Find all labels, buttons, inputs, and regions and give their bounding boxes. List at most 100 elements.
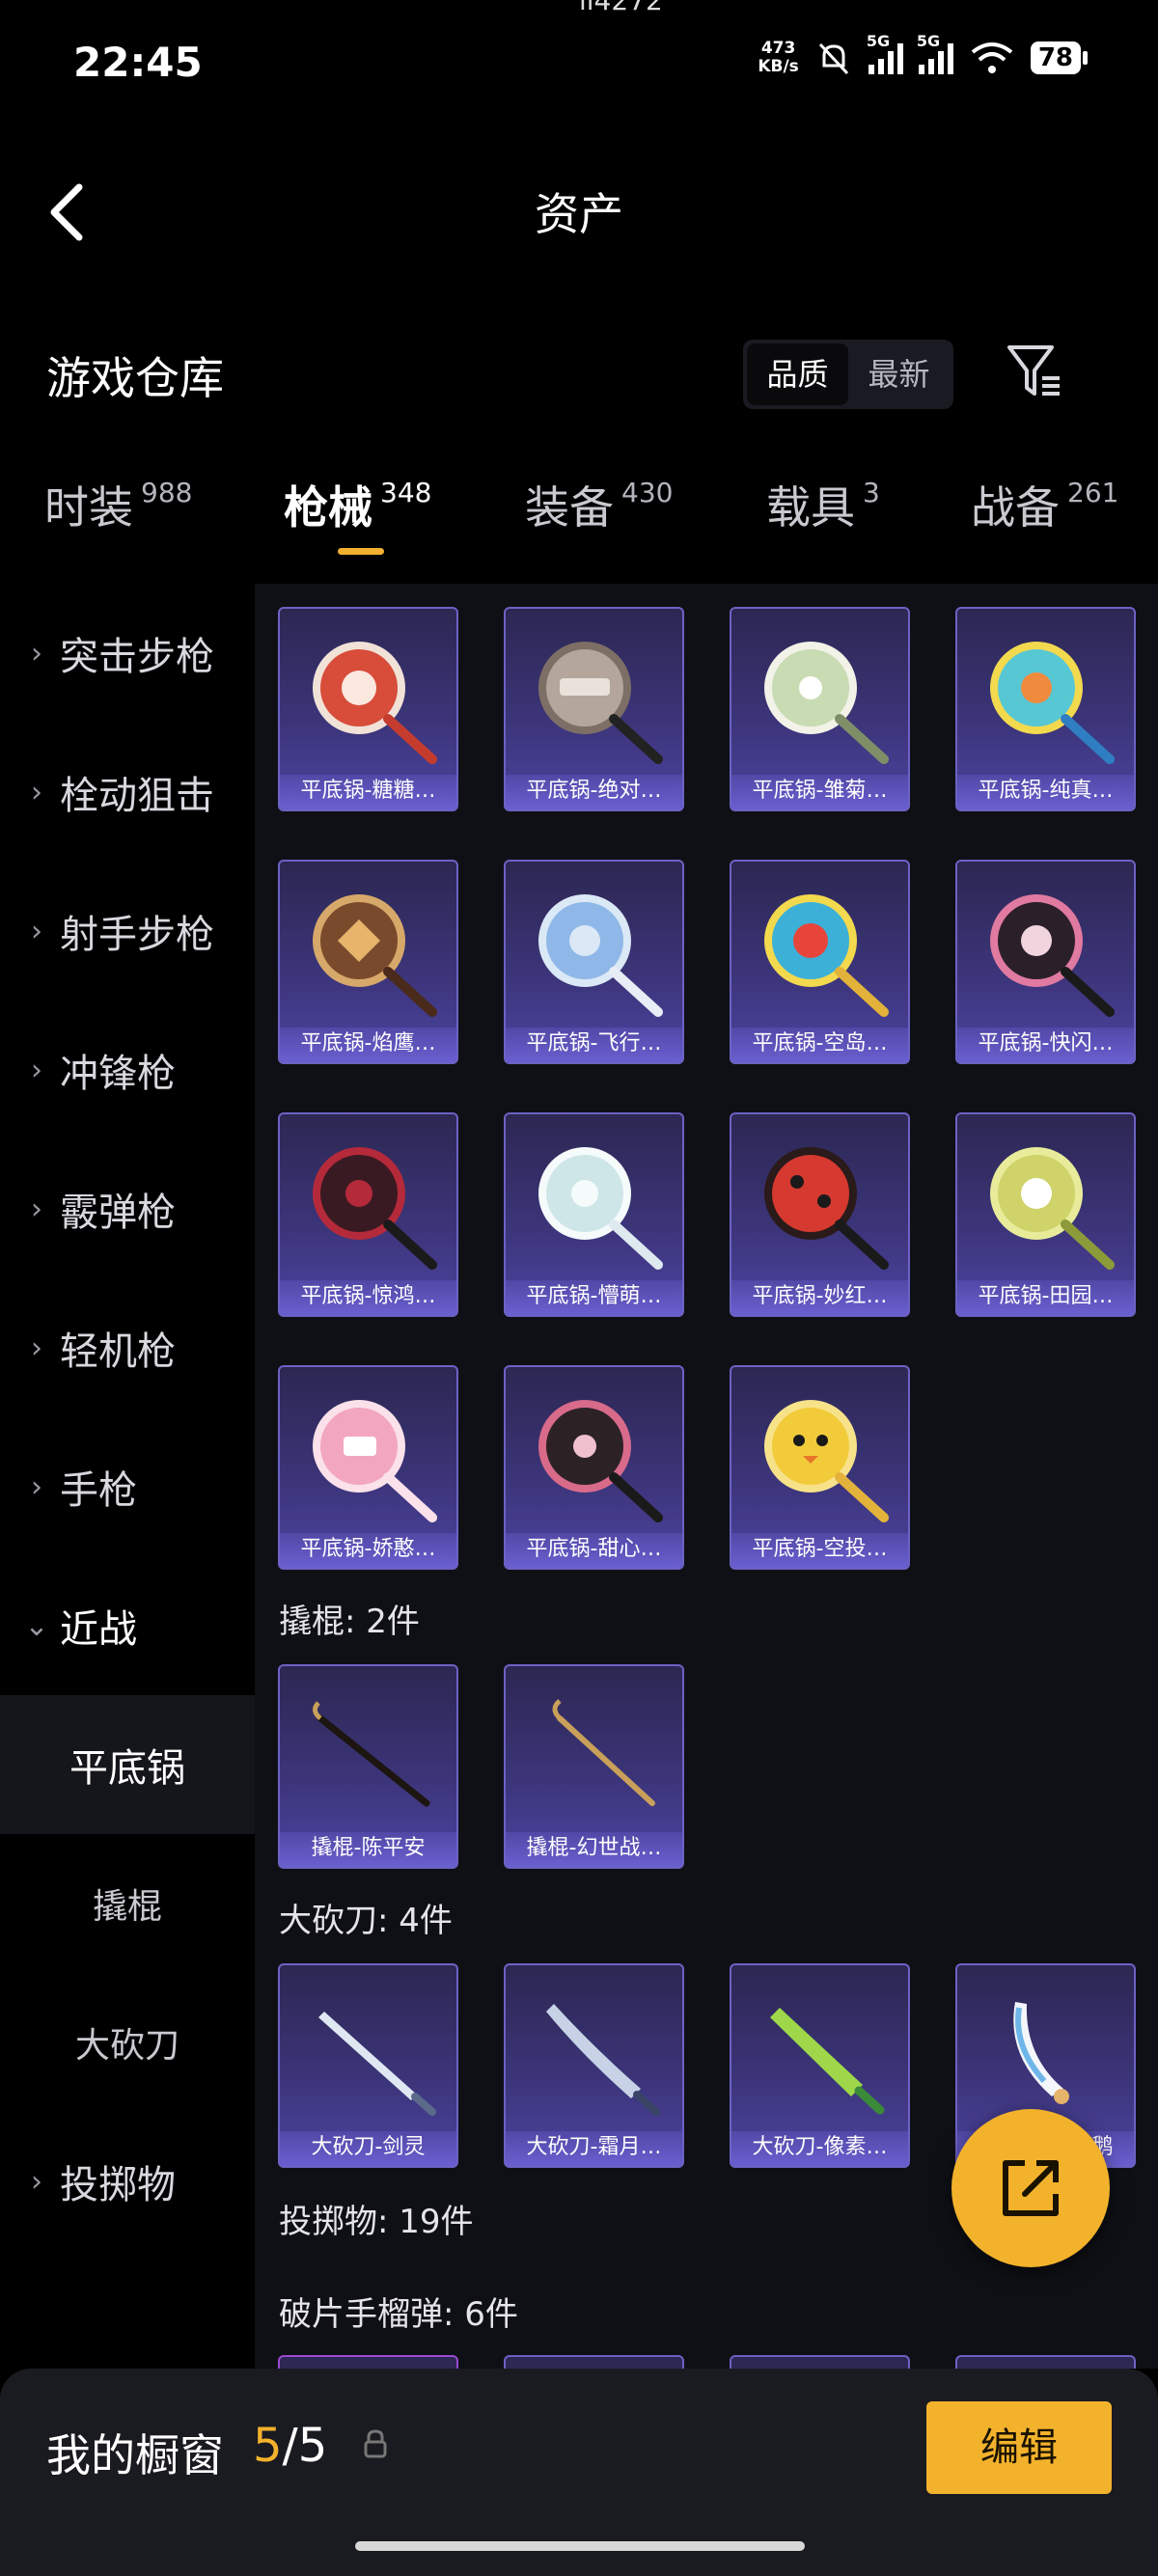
sidebar-sub-machete[interactable]: 大砍刀 — [0, 1973, 255, 2112]
section-title-crowbar: 撬棍: 2件 — [279, 1603, 420, 1641]
sword-icon — [546, 2004, 660, 2116]
item-card-label: 大砍刀-剑灵 — [280, 2131, 456, 2166]
warehouse-title: 游戏仓库 — [46, 352, 224, 404]
item-card-label: 平底锅-绝对… — [506, 775, 682, 809]
status-icons: 473 KB/s 5G 5G 78 — [758, 32, 1089, 77]
network-speed-unit: KB/s — [758, 57, 799, 76]
item-card-label: 撬棍-陈平安 — [280, 1832, 456, 1867]
pan-icon — [313, 1147, 437, 1270]
tab-label: 战备 — [971, 481, 1060, 534]
item-card-label: 平底锅-惊鸿… — [280, 1280, 456, 1315]
item-card-pan[interactable]: 平底锅-懵萌… — [504, 1112, 684, 1317]
item-card-machete[interactable]: 大砍刀-剑灵 — [278, 1963, 458, 2168]
item-card-crowbar[interactable]: 撬棍-幻世战… — [504, 1664, 684, 1869]
item-card-pan[interactable]: 平底锅-飞行… — [504, 860, 684, 1064]
sidebar-item-label: 射手步枪 — [60, 913, 214, 957]
chevron-right-icon: › — [31, 2164, 42, 2199]
item-card-pan[interactable]: 平底锅-快闪… — [955, 860, 1136, 1064]
tab-count: 261 — [1067, 477, 1119, 508]
item-card-crowbar[interactable]: 撬棍-陈平安 — [278, 1664, 458, 1869]
item-card-label: 平底锅-快闪… — [957, 1028, 1134, 1062]
share-external-icon — [1003, 2160, 1059, 2216]
signal-1-tag: 5G — [866, 32, 891, 50]
home-indicator[interactable] — [355, 2541, 805, 2551]
item-card-pan[interactable]: 平底锅-糖糖… — [278, 607, 458, 811]
item-card-grenade[interactable] — [955, 2355, 1136, 2369]
filter-icon[interactable] — [1004, 340, 1065, 401]
sidebar-item-label: 栓动狙击 — [60, 774, 214, 818]
sidebar-sub-crowbar[interactable]: 撬棍 — [0, 1834, 255, 1973]
tab-fashion[interactable]: 时装 988 — [44, 473, 192, 536]
sidebar-item-lmg[interactable]: › 轻机枪 — [0, 1278, 255, 1417]
item-card-grenade[interactable] — [730, 2355, 910, 2369]
item-card-label: 大砍刀-像素… — [731, 2131, 908, 2166]
pan-icon — [764, 1147, 889, 1270]
tab-guns[interactable]: 枪械 348 — [284, 473, 431, 536]
tab-count: 988 — [141, 477, 193, 508]
sidebar-item-bolt-sniper[interactable]: › 栓动狙击 — [0, 723, 255, 862]
section-title-frag-grenade: 破片手榴弹: 6件 — [279, 2295, 518, 2334]
item-card-label: 平底锅-田园… — [957, 1280, 1134, 1315]
tab-equipment[interactable]: 装备 430 — [525, 473, 673, 536]
sidebar-item-shotgun[interactable]: › 霰弹枪 — [0, 1139, 255, 1278]
item-card-grenade[interactable] — [504, 2355, 684, 2369]
section-title-throwables: 投掷物: 19件 — [279, 2203, 474, 2241]
chevron-right-icon: › — [31, 636, 42, 671]
item-card-grenade[interactable] — [278, 2355, 458, 2369]
sidebar-item-label: 冲锋枪 — [60, 1052, 176, 1096]
tab-label: 时装 — [44, 481, 133, 534]
tab-vehicles[interactable]: 载具 3 — [766, 473, 880, 536]
page-title: 资产 — [535, 188, 623, 240]
pan-icon — [764, 1400, 889, 1522]
category-tabs: 时装 988 枪械 348 装备 430 载具 3 战备 261 — [0, 473, 1158, 560]
item-card-label: 平底锅-甜心… — [506, 1533, 682, 1568]
tab-count: 348 — [380, 477, 432, 508]
pan-icon — [990, 894, 1115, 1017]
item-card-pan[interactable]: 平底锅-惊鸿… — [278, 1112, 458, 1317]
share-button[interactable] — [951, 2109, 1110, 2267]
item-card-pan[interactable]: 平底锅-焰鹰… — [278, 860, 458, 1064]
pan-icon — [990, 642, 1115, 764]
chevron-right-icon: › — [31, 1330, 42, 1365]
sword-icon — [770, 2008, 885, 2115]
item-card-pan[interactable]: 平底锅-空岛… — [730, 860, 910, 1064]
chevron-right-icon: › — [31, 1192, 42, 1226]
sidebar-sub-pan[interactable]: 平底锅 — [0, 1695, 255, 1834]
pan-icon — [538, 642, 663, 764]
sidebar-item-melee[interactable]: ⌄ 近战 — [0, 1556, 255, 1695]
item-card-label: 平底锅-空岛… — [731, 1028, 908, 1062]
showcase-label: 我的橱窗 — [46, 2429, 224, 2481]
tab-label: 枪械 — [284, 481, 372, 534]
crowbar-icon — [313, 1701, 430, 1807]
sidebar-item-marksman-rifle[interactable]: › 射手步枪 — [0, 862, 255, 1000]
item-card-pan[interactable]: 平底锅-娇憨… — [278, 1365, 458, 1570]
item-card-label: 平底锅-空投… — [731, 1533, 908, 1568]
lock-icon — [364, 2429, 387, 2458]
sidebar-item-assault-rifle[interactable]: › 突击步枪 — [0, 584, 255, 723]
tab-supplies[interactable]: 战备 261 — [971, 473, 1118, 536]
item-card-label: 平底锅-娇憨… — [280, 1533, 456, 1568]
sort-latest-button[interactable]: 最新 — [848, 343, 950, 405]
sidebar-item-throwables[interactable]: › 投掷物 — [0, 2112, 255, 2251]
pan-icon — [313, 642, 437, 764]
pan-icon — [764, 642, 889, 764]
sidebar-item-label: 突击步枪 — [60, 635, 214, 679]
item-card-machete[interactable]: 大砍刀-像素… — [730, 1963, 910, 2168]
item-card-pan[interactable]: 平底锅-雏菊… — [730, 607, 910, 811]
showcase-count: 5/5 — [253, 2419, 327, 2473]
item-card-pan[interactable]: 平底锅-纯真… — [955, 607, 1136, 811]
item-card-pan[interactable]: 平底锅-田园… — [955, 1112, 1136, 1317]
item-card-pan[interactable]: 平底锅-妙红… — [730, 1112, 910, 1317]
item-card-machete[interactable]: 大砍刀-霜月… — [504, 1963, 684, 2168]
item-card-pan[interactable]: 平底锅-甜心… — [504, 1365, 684, 1570]
sidebar-item-pistol[interactable]: › 手枪 — [0, 1417, 255, 1556]
item-card-pan[interactable]: 平底锅-绝对… — [504, 607, 684, 811]
sidebar-item-label: 近战 — [60, 1607, 137, 1652]
sort-quality-button[interactable]: 品质 — [747, 343, 848, 405]
sidebar-item-smg[interactable]: › 冲锋枪 — [0, 1000, 255, 1139]
edit-button[interactable]: 编辑 — [926, 2401, 1112, 2494]
item-card-pan[interactable]: 平底锅-空投… — [730, 1365, 910, 1570]
pan-icon — [538, 1400, 663, 1522]
item-grid: 平底锅-糖糖… 平底锅-绝对… 平底锅-雏菊… 平底锅-纯真… 平底锅-焰鹰… … — [255, 584, 1158, 2369]
signal-icon-1: 5G — [867, 32, 903, 74]
